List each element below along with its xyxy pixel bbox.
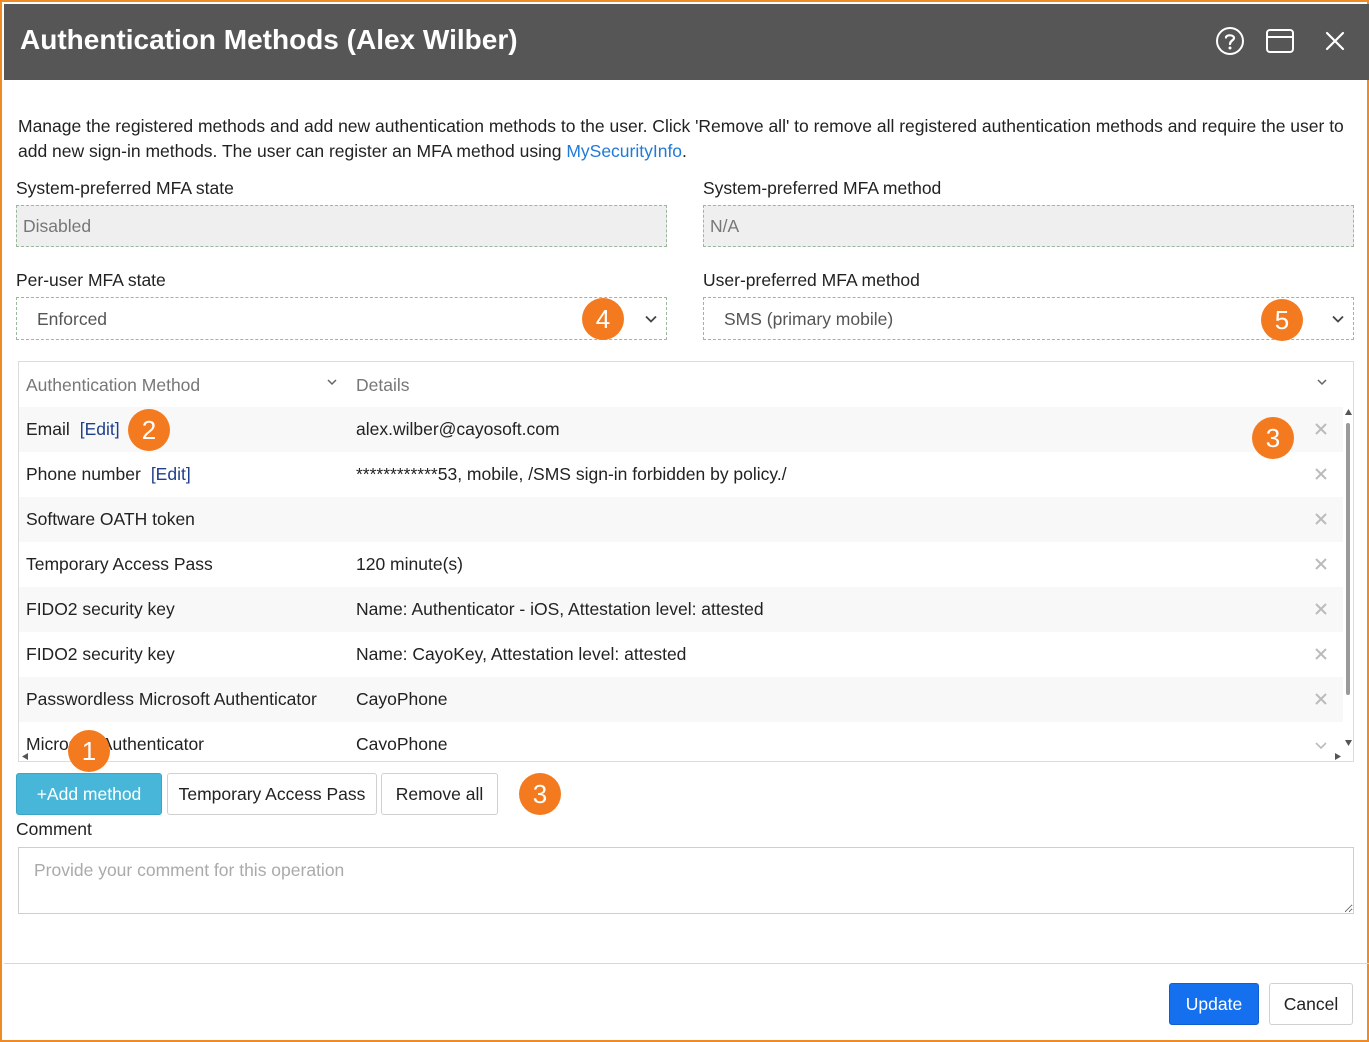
callout-badge-5: 5 — [1261, 299, 1303, 341]
scrollbar-thumb[interactable] — [1346, 423, 1350, 695]
help-icon[interactable] — [1212, 23, 1248, 59]
edit-link[interactable]: [Edit] — [151, 464, 191, 484]
method-name: Passwordless Microsoft Authenticator — [26, 689, 317, 709]
update-button[interactable]: Update — [1169, 983, 1259, 1025]
method-name: Temporary Access Pass — [26, 554, 213, 574]
peruser-state-label: Per-user MFA state — [16, 270, 166, 290]
scroll-right-icon[interactable] — [1335, 753, 1341, 760]
details-cell: Name: CayoKey, Attestation level: attest… — [356, 644, 687, 664]
peruser-state-select[interactable]: Enforced — [16, 297, 667, 340]
column-header-details-label: Details — [356, 375, 410, 395]
callout-badge-3: 3 — [1252, 417, 1294, 459]
column-header-method[interactable]: Authentication Method — [26, 362, 346, 407]
system-state-field: Disabled — [16, 205, 667, 247]
table-row[interactable]: Passwordless Microsoft Authenticator Cay… — [19, 677, 1343, 722]
remove-all-button[interactable]: Remove all — [381, 773, 498, 815]
close-icon[interactable] — [1317, 23, 1353, 59]
cancel-button[interactable]: Cancel — [1269, 983, 1353, 1025]
temporary-access-pass-button[interactable]: Temporary Access Pass — [167, 773, 377, 815]
remove-icon[interactable] — [1313, 511, 1329, 527]
scroll-down-icon[interactable] — [1345, 740, 1352, 746]
details-cell: 120 minute(s) — [356, 554, 463, 574]
details-cell: CayoPhone — [356, 689, 448, 709]
remove-icon[interactable] — [1313, 421, 1329, 437]
user-method-select[interactable]: SMS (primary mobile) — [703, 297, 1354, 340]
add-method-button[interactable]: +Add method — [16, 773, 162, 815]
auth-methods-grid: Authentication Method Details Email [Edit… — [18, 361, 1354, 762]
user-method-value: SMS (primary mobile) — [724, 309, 894, 329]
vertical-scrollbar[interactable] — [1343, 407, 1353, 750]
method-cell: Email [Edit] — [26, 419, 120, 440]
description-suffix: . — [682, 141, 687, 161]
remove-icon[interactable] — [1313, 646, 1329, 662]
method-name: Software OATH token — [26, 509, 195, 529]
chevron-down-icon — [645, 315, 657, 323]
column-header-details[interactable]: Details — [356, 362, 1346, 407]
table-row[interactable]: Email [Edit] alex.wilber@cayosoft.com — [19, 407, 1343, 452]
peruser-state-value: Enforced — [37, 309, 108, 329]
table-row[interactable]: Software OATH token — [19, 497, 1343, 542]
dialog-window: Authentication Methods (Alex Wilber) Man… — [0, 0, 1369, 1042]
method-name: FIDO2 security key — [26, 599, 175, 619]
comment-field[interactable] — [18, 847, 1354, 914]
chevron-down-icon[interactable] — [326, 376, 338, 388]
remove-icon[interactable] — [1313, 556, 1329, 572]
table-row[interactable]: Phone number [Edit] ************53, mobil… — [19, 452, 1343, 497]
mysecurityinfo-link[interactable]: MySecurityInfo — [566, 141, 682, 161]
footer-divider — [4, 963, 1369, 964]
horizontal-scrollbar[interactable] — [19, 750, 1343, 761]
maximize-icon[interactable] — [1262, 23, 1298, 59]
callout-badge-4: 4 — [582, 298, 624, 340]
chevron-down-icon — [1332, 315, 1344, 323]
dialog-title: Authentication Methods (Alex Wilber) — [20, 24, 518, 55]
system-method-label: System-preferred MFA method — [703, 178, 942, 198]
remove-icon[interactable] — [1313, 601, 1329, 617]
method-cell: Phone number [Edit] — [26, 464, 191, 485]
comment-label: Comment — [16, 819, 92, 839]
user-method-label: User-preferred MFA method — [703, 270, 920, 290]
scroll-up-icon[interactable] — [1345, 409, 1352, 415]
method-name: Phone number — [26, 464, 141, 484]
method-name: FIDO2 security key — [26, 644, 175, 664]
remove-icon[interactable] — [1313, 691, 1329, 707]
method-name: Email — [26, 419, 70, 439]
chevron-down-icon[interactable] — [1316, 376, 1328, 388]
details-cell: Name: Authenticator - iOS, Attestation l… — [356, 599, 764, 619]
details-cell: ************53, mobile, /SMS sign-in for… — [356, 464, 787, 484]
system-state-label: System-preferred MFA state — [16, 178, 234, 198]
scroll-left-icon[interactable] — [22, 753, 28, 760]
remove-icon[interactable] — [1313, 466, 1329, 482]
callout-badge-1: 1 — [68, 730, 110, 772]
edit-link[interactable]: [Edit] — [80, 419, 120, 439]
callout-badge-2: 2 — [128, 409, 170, 451]
description-text: Manage the registered methods and add ne… — [18, 114, 1358, 164]
system-method-field: N/A — [703, 205, 1354, 247]
table-row[interactable]: FIDO2 security key Name: Authenticator -… — [19, 587, 1343, 632]
table-row[interactable]: Temporary Access Pass 120 minute(s) — [19, 542, 1343, 587]
title-bar: Authentication Methods (Alex Wilber) — [4, 4, 1369, 80]
details-cell: alex.wilber@cayosoft.com — [356, 419, 560, 439]
callout-badge-3: 3 — [519, 773, 561, 815]
table-row[interactable]: FIDO2 security key Name: CayoKey, Attest… — [19, 632, 1343, 677]
column-header-method-label: Authentication Method — [26, 375, 201, 395]
